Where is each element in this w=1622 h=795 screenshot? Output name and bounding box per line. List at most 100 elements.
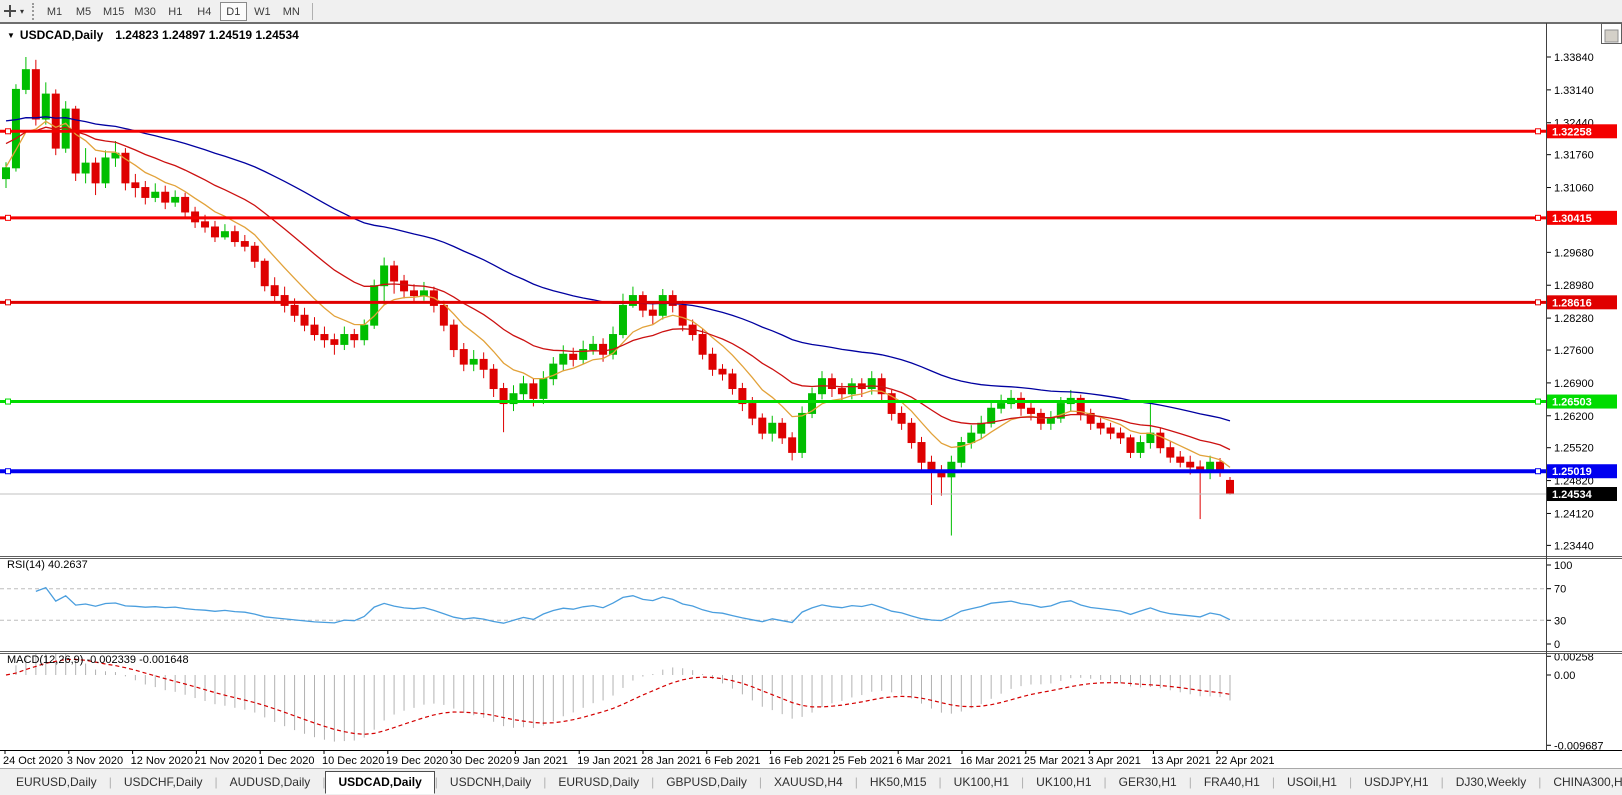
date-label: 21 Nov 2020 <box>194 755 256 767</box>
symbol-tab-xauusd-h4[interactable]: XAUUSD,H4 <box>762 772 855 793</box>
candle <box>530 384 537 399</box>
symbol-tab-eurusd-daily[interactable]: EURUSD,Daily <box>4 772 109 793</box>
price-tick-label: 1.23440 <box>1554 540 1594 552</box>
chevron-down-icon[interactable]: ▾ <box>20 7 24 16</box>
candle <box>381 266 388 286</box>
candle <box>918 443 925 463</box>
hline-handle[interactable] <box>6 129 11 134</box>
symbol-tab-fra40-h1[interactable]: FRA40,H1 <box>1192 772 1272 793</box>
date-label: 24 Oct 2020 <box>3 755 63 767</box>
candle <box>719 369 726 374</box>
symbol-tab-audusd-daily[interactable]: AUDUSD,Daily <box>218 772 323 793</box>
symbol-tab-usdjpy-h1[interactable]: USDJPY,H1 <box>1352 772 1440 793</box>
timeframe-button-m5[interactable]: M5 <box>70 2 97 21</box>
price-tick-label: 1.29680 <box>1554 247 1594 259</box>
price-tick-label: 1.33840 <box>1554 52 1594 64</box>
hline-handle[interactable] <box>1536 215 1541 220</box>
chart-ohlc-values: 1.24823 1.24897 1.24519 1.24534 <box>115 28 299 42</box>
collapse-arrow-icon[interactable]: ▼ <box>7 31 15 40</box>
candle <box>211 227 218 237</box>
candle <box>291 305 298 315</box>
candle <box>699 335 706 355</box>
chart-title: ▼ USDCAD,Daily 1.24823 1.24897 1.24519 1.2… <box>7 28 299 42</box>
hline-handle[interactable] <box>6 469 11 474</box>
candle <box>32 70 39 119</box>
hline-handle[interactable] <box>1536 300 1541 305</box>
candle <box>619 305 626 334</box>
candle <box>132 183 139 188</box>
symbol-tab-eurusd-daily[interactable]: EURUSD,Daily <box>546 772 651 793</box>
trading-terminal-window: ▾ M1M5M15M30H1H4D1W1MN 1.338401.331401.3… <box>0 0 1622 795</box>
timeframe-button-h1[interactable]: H1 <box>162 2 189 21</box>
timeframe-button-w1[interactable]: W1 <box>249 2 276 21</box>
candle <box>411 291 418 296</box>
hline-handle[interactable] <box>6 300 11 305</box>
symbol-tab-uk100-h1[interactable]: UK100,H1 <box>1024 772 1103 793</box>
symbol-tab-usdcad-daily[interactable]: USDCAD,Daily <box>325 771 434 794</box>
candle <box>401 281 408 291</box>
candle <box>1217 462 1224 470</box>
toolbar-grip[interactable] <box>32 3 34 20</box>
candle <box>142 188 149 198</box>
candle <box>978 423 985 433</box>
timeframe-button-m1[interactable]: M1 <box>41 2 68 21</box>
candle <box>1177 457 1184 462</box>
hline-handle[interactable] <box>1536 469 1541 474</box>
price-tick-label: 1.27600 <box>1554 345 1594 357</box>
timeframe-button-h4[interactable]: H4 <box>191 2 218 21</box>
symbol-tab-usoil-h1[interactable]: USOil,H1 <box>1275 772 1349 793</box>
hline-handle[interactable] <box>6 215 11 220</box>
candle <box>868 379 875 389</box>
symbol-tab-usdcnh-daily[interactable]: USDCNH,Daily <box>438 772 543 793</box>
candle <box>729 374 736 389</box>
candle <box>152 192 159 197</box>
date-label: 30 Dec 2020 <box>450 755 512 767</box>
timeframe-button-m30[interactable]: M30 <box>130 2 159 21</box>
price-chart: 1.338401.331401.324401.317601.310601.303… <box>0 23 1622 768</box>
date-label: 6 Mar 2021 <box>896 755 952 767</box>
hline-handle[interactable] <box>6 399 11 404</box>
scroll-button[interactable] <box>1605 30 1618 42</box>
price-tick-label: 1.31060 <box>1554 183 1594 195</box>
symbol-tab-ger30-h1[interactable]: GER30,H1 <box>1107 772 1189 793</box>
toolbar-separator <box>312 3 313 20</box>
candle <box>988 408 995 423</box>
candle <box>162 192 169 202</box>
symbol-tab-hk50-m15[interactable]: HK50,M15 <box>858 772 939 793</box>
price-tick-label: 1.28980 <box>1554 280 1594 292</box>
candle <box>460 350 467 365</box>
candle <box>1167 448 1174 457</box>
date-label: 25 Feb 2021 <box>832 755 894 767</box>
symbol-tab-bar: EURUSD,Daily|USDCHF,Daily|AUDUSD,Daily|U… <box>0 768 1622 795</box>
date-label: 1 Dec 2020 <box>258 755 314 767</box>
candle <box>838 389 845 394</box>
candle <box>470 359 477 364</box>
hline-handle[interactable] <box>1536 399 1541 404</box>
price-badge-label: 1.32258 <box>1552 126 1592 138</box>
candle <box>450 325 457 349</box>
chart-symbol-label: USDCAD,Daily <box>20 28 103 42</box>
price-badge-label: 1.26503 <box>1552 397 1592 409</box>
symbol-tab-usdchf-daily[interactable]: USDCHF,Daily <box>112 772 215 793</box>
symbol-tab-dj30-weekly[interactable]: DJ30,Weekly <box>1444 772 1538 793</box>
symbol-tab-gbpusd-daily[interactable]: GBPUSD,Daily <box>654 772 759 793</box>
crosshair-icon[interactable] <box>2 4 18 18</box>
candle <box>102 158 109 183</box>
timeframe-button-d1[interactable]: D1 <box>220 2 247 21</box>
candle <box>261 261 268 285</box>
symbol-tab-china300-h1[interactable]: CHINA300,H1 <box>1541 772 1622 793</box>
symbol-tab-uk100-h1[interactable]: UK100,H1 <box>942 772 1021 793</box>
current-price-badge-label: 1.24534 <box>1552 489 1593 501</box>
candle <box>520 384 527 394</box>
timeframe-toolbar: ▾ M1M5M15M30H1H4D1W1MN <box>0 0 1622 23</box>
timeframe-button-mn[interactable]: MN <box>278 2 305 21</box>
date-label: 19 Dec 2020 <box>386 755 448 767</box>
rsi-scale-label: 100 <box>1554 560 1572 572</box>
hline-handle[interactable] <box>1536 129 1541 134</box>
candle <box>3 168 10 179</box>
candle <box>600 344 607 354</box>
candle <box>52 94 59 148</box>
candle <box>42 94 49 119</box>
timeframe-button-m15[interactable]: M15 <box>99 2 128 21</box>
symbol-tabs: EURUSD,Daily|USDCHF,Daily|AUDUSD,Daily|U… <box>4 771 1622 794</box>
